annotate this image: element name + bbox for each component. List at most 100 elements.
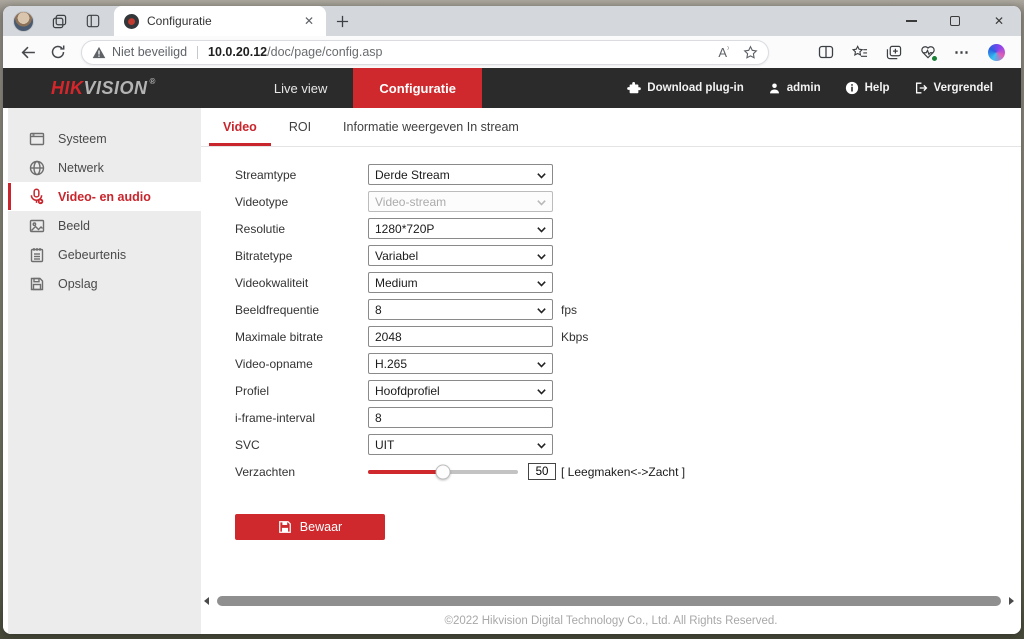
logout-icon: [914, 81, 928, 95]
video-opname-select[interactable]: H.265: [368, 353, 553, 374]
slider-track[interactable]: [368, 470, 518, 474]
address-bar[interactable]: Niet beveiligd 10.0.20.12/doc/page/confi…: [81, 40, 769, 65]
chevron-down-icon: [536, 278, 547, 289]
browser-window: Configuratie ✕ ✕ Niet beveiligd: [3, 6, 1021, 634]
nav-configuratie[interactable]: Configuratie: [353, 68, 482, 108]
storage-disk-icon: [28, 275, 45, 292]
back-icon[interactable]: [13, 38, 43, 66]
beeldfrequentie-select[interactable]: 8: [368, 299, 553, 320]
i-frame-interval-input[interactable]: [368, 407, 553, 428]
collections-icon[interactable]: [879, 38, 909, 66]
help-label: Help: [865, 82, 890, 94]
hikvision-logo: HIKVISION®: [3, 68, 156, 108]
verzachten-value-input[interactable]: [528, 463, 556, 480]
beeldfrequentie-value: 8: [375, 303, 382, 317]
tab-video[interactable]: Video: [209, 108, 271, 146]
videokwaliteit-label: Videokwaliteit: [235, 276, 368, 290]
save-label: Bewaar: [300, 520, 342, 534]
read-aloud-icon[interactable]: A⁾: [718, 45, 729, 60]
sidebar-item-video-en-audio[interactable]: Video- en audio: [8, 182, 201, 211]
slider-thumb[interactable]: [436, 464, 451, 479]
url-path: /doc/page/config.asp: [267, 45, 382, 59]
admin-label: admin: [787, 82, 821, 94]
scroll-right-icon[interactable]: [1009, 597, 1014, 605]
profile-avatar[interactable]: [13, 11, 34, 32]
scroll-left-icon[interactable]: [204, 597, 209, 605]
split-screen-icon[interactable]: [811, 38, 841, 66]
browser-toolbar: Niet beveiligd 10.0.20.12/doc/page/confi…: [3, 36, 1021, 68]
videokwaliteit-select[interactable]: Medium: [368, 272, 553, 293]
tab-close-icon[interactable]: ✕: [300, 12, 318, 30]
streamtype-select[interactable]: Derde Stream: [368, 164, 553, 185]
toolbar-right-icons: ⋯: [811, 38, 1011, 66]
scrollbar-track[interactable]: [214, 596, 1004, 606]
videotype-value: Video-stream: [375, 195, 446, 209]
sidebar-item-beeld[interactable]: Beeld: [8, 211, 201, 240]
help-button[interactable]: Help: [845, 81, 890, 95]
videokwaliteit-value: Medium: [375, 276, 418, 290]
kbps-suffix: Kbps: [561, 330, 588, 344]
sidebar-label: Netwerk: [58, 161, 104, 175]
fps-suffix: fps: [561, 303, 577, 317]
sidebar-item-opslag[interactable]: Opslag: [8, 269, 201, 298]
window-controls: ✕: [889, 6, 1021, 36]
browser-tab[interactable]: Configuratie ✕: [114, 6, 326, 36]
svc-select[interactable]: UIT: [368, 434, 553, 455]
slider-fill: [368, 470, 443, 474]
sidebar-item-systeem[interactable]: Systeem: [8, 124, 201, 153]
tab-informatie-weergeven-in-stream[interactable]: Informatie weergeven In stream: [329, 108, 533, 146]
video-settings-form: Streamtype Derde Stream Videotype Video-…: [201, 147, 1021, 482]
sidebar-item-netwerk[interactable]: Netwerk: [8, 153, 201, 182]
browser-essentials-icon[interactable]: [913, 38, 943, 66]
maximize-button[interactable]: [933, 6, 977, 36]
header-utilities: Download plug-in admin Help Vergrendel: [627, 68, 1021, 108]
download-plugin-button[interactable]: Download plug-in: [627, 81, 743, 95]
streamtype-label: Streamtype: [235, 168, 368, 182]
nav-live-view[interactable]: Live view: [248, 68, 353, 108]
security-label: Niet beveiligd: [112, 45, 187, 59]
refresh-icon[interactable]: [43, 38, 73, 66]
sidebar-label: Systeem: [58, 132, 107, 146]
new-tab-button[interactable]: [336, 15, 349, 28]
sidebar-item-gebeurtenis[interactable]: Gebeurtenis: [8, 240, 201, 269]
chevron-down-icon: [536, 224, 547, 235]
site-main-nav: Live view Configuratie: [248, 68, 482, 108]
tab-actions-icon[interactable]: [80, 9, 106, 33]
chevron-down-icon: [536, 251, 547, 262]
sidebar-label: Video- en audio: [58, 190, 151, 204]
horizontal-scrollbar[interactable]: [204, 595, 1014, 607]
video-opname-label: Video-opname: [235, 357, 368, 371]
svc-value: UIT: [375, 438, 394, 452]
profiel-label: Profiel: [235, 384, 368, 398]
tab-roi[interactable]: ROI: [275, 108, 325, 146]
site-header: HIKVISION® Live view Configuratie Downlo…: [3, 68, 1021, 108]
sidebar: Systeem Netwerk Video- en audio Beeld: [8, 108, 201, 634]
resolutie-select[interactable]: 1280*720P: [368, 218, 553, 239]
logo-registered-mark: ®: [150, 77, 156, 86]
puzzle-icon: [627, 81, 641, 95]
desktop-wallpaper: Configuratie ✕ ✕ Niet beveiligd: [0, 0, 1024, 639]
copilot-icon[interactable]: [981, 38, 1011, 66]
bitratetype-label: Bitratetype: [235, 249, 368, 263]
minimize-button[interactable]: [889, 6, 933, 36]
favorites-bar-icon[interactable]: [845, 38, 875, 66]
favorite-star-icon[interactable]: [743, 45, 758, 60]
workspaces-icon[interactable]: [46, 9, 72, 33]
info-icon: [845, 81, 859, 95]
video-opname-value: H.265: [375, 357, 407, 371]
videotype-select: Video-stream: [368, 191, 553, 212]
maximale-bitrate-input[interactable]: [368, 326, 553, 347]
logo-vision: VISION: [84, 78, 148, 99]
profiel-value: Hoofdprofiel: [375, 384, 440, 398]
url-host: 10.0.20.12: [208, 45, 267, 59]
bitratetype-select[interactable]: Variabel: [368, 245, 553, 266]
chevron-down-icon: [536, 359, 547, 370]
save-button[interactable]: Bewaar: [235, 514, 385, 540]
verzachten-slider[interactable]: [368, 461, 518, 482]
admin-user-button[interactable]: admin: [768, 82, 821, 95]
more-menu-icon[interactable]: ⋯: [947, 38, 977, 66]
close-button[interactable]: ✕: [977, 6, 1021, 36]
scrollbar-thumb[interactable]: [217, 596, 1001, 606]
profiel-select[interactable]: Hoofdprofiel: [368, 380, 553, 401]
lock-logout-button[interactable]: Vergrendel: [914, 81, 993, 95]
